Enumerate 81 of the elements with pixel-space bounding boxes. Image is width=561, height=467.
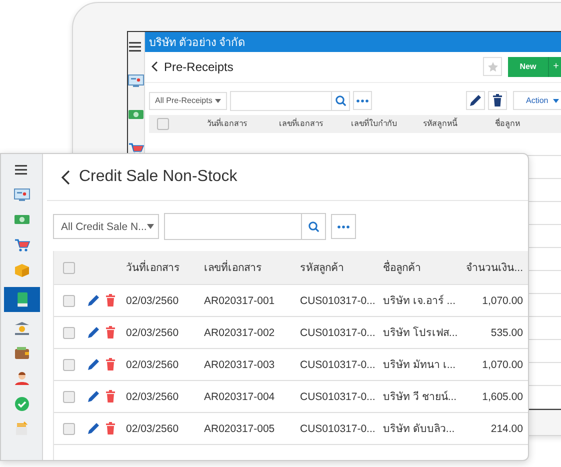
pencil-icon[interactable] <box>87 422 100 435</box>
more-icon[interactable] <box>356 98 369 103</box>
page-title: Credit Sale Non-Stock <box>79 168 238 186</box>
sidebar-item[interactable] <box>4 287 40 312</box>
back-icon[interactable] <box>151 61 158 72</box>
table-cell-text: 214.00 <box>490 422 523 434</box>
table-cell-text: AR020317-001 <box>204 294 276 306</box>
table-cell-text: CUS010317-0... <box>300 358 376 370</box>
caret-icon[interactable] <box>553 98 559 103</box>
wallet-icon[interactable] <box>14 346 30 361</box>
more-button[interactable] <box>353 91 372 110</box>
column-header: ชื่อลูกห <box>495 117 521 130</box>
table-cell-text: 1,605.00 <box>481 390 523 402</box>
action-dropdown[interactable]: Action <box>513 91 561 110</box>
page-title: Pre-Receipts <box>164 60 234 74</box>
table-cell-text: บริษัท เจ.อาร์ ... <box>383 294 457 309</box>
table-cell-text: CUS010317-0... <box>300 326 376 338</box>
edit-button[interactable] <box>466 91 485 110</box>
search-icon[interactable] <box>335 95 346 106</box>
delete-button[interactable] <box>488 91 507 110</box>
pencil-icon[interactable] <box>469 94 482 108</box>
column-header: รหัสลูกค้า <box>300 261 345 276</box>
table-cell-text: 02/03/2560 <box>125 390 180 402</box>
table-cell-text: CUS010317-0... <box>300 390 376 402</box>
caret-icon[interactable] <box>215 98 221 103</box>
select-all-checkbox[interactable] <box>63 262 75 274</box>
row-checkbox[interactable] <box>63 422 75 435</box>
table-cell-text: CUS010317-0... <box>300 294 376 306</box>
person-icon[interactable] <box>14 371 30 386</box>
row-checkbox[interactable] <box>63 358 75 371</box>
cart-icon[interactable] <box>14 238 30 253</box>
row-checkbox[interactable] <box>63 326 75 339</box>
column-header: เลขที่ใบกำกับ <box>351 117 398 130</box>
table-cell-text: CUS010317-0... <box>300 422 376 434</box>
pencil-icon[interactable] <box>87 294 100 307</box>
monitor-icon[interactable] <box>128 74 144 89</box>
search-field[interactable] <box>164 213 326 240</box>
more-icon[interactable] <box>337 224 350 228</box>
pencil-icon[interactable] <box>87 358 100 371</box>
table-cell-text: AR020317-003 <box>204 358 276 370</box>
column-header: วันที่เอกสาร <box>125 259 181 276</box>
table-cell-text: 1,070.00 <box>481 358 523 370</box>
back-icon[interactable] <box>61 170 70 184</box>
select-all-checkbox[interactable] <box>157 118 169 130</box>
column-header: รหัสลูกหนี้ <box>423 117 458 130</box>
column-header: จำนวนเงิน... <box>465 261 523 276</box>
table-cell-text: 02/03/2560 <box>125 326 180 338</box>
pencil-icon[interactable] <box>87 390 100 403</box>
search-icon[interactable] <box>308 220 320 232</box>
column-header: ชื่อลูกค้า <box>383 259 422 276</box>
bank-icon[interactable] <box>14 321 30 336</box>
table-cell-text: 1,070.00 <box>481 294 523 306</box>
table-cell-text: บริษัท มัทนา เ... <box>383 358 457 373</box>
caret-icon[interactable] <box>146 224 154 229</box>
company-name: บริษัท ตัวอย่าง จำกัด <box>149 36 246 51</box>
table-cell-text: บริษัท ดับบลิว... <box>383 422 456 437</box>
table-cell-text: AR020317-004 <box>204 390 276 402</box>
table-cell-text: AR020317-005 <box>204 422 276 434</box>
table-cell-text: AR020317-002 <box>204 326 276 338</box>
column-header: วันที่เอกสาร <box>207 117 248 130</box>
table-cell-text: 535.00 <box>490 326 523 338</box>
checkmark-icon[interactable] <box>14 396 30 411</box>
column-header: เลขที่เอกสาร <box>204 259 263 276</box>
table-cell-text: 02/03/2560 <box>125 294 180 306</box>
more-button[interactable] <box>331 214 356 239</box>
column-header: เลขที่เอกสาร <box>279 117 324 130</box>
search-field[interactable] <box>230 90 350 111</box>
row-checkbox[interactable] <box>63 294 75 307</box>
trash-icon[interactable] <box>492 94 503 108</box>
monitor-icon[interactable] <box>14 188 30 203</box>
filter-dropdown[interactable]: All Credit Sale N... <box>53 214 159 239</box>
table-cell-text: 02/03/2560 <box>125 358 180 370</box>
pencil-icon[interactable] <box>87 326 100 339</box>
table-cell-text: บริษัท โปรเฟส... <box>383 326 459 341</box>
table-cell-text: บริษัท วี ชายน์... <box>383 390 458 405</box>
filter-dropdown[interactable]: All Pre-Receipts <box>149 92 227 110</box>
box-icon[interactable] <box>14 263 30 278</box>
row-checkbox[interactable] <box>63 390 75 403</box>
search-button[interactable] <box>331 92 349 110</box>
table-cell-text: 02/03/2560 <box>125 422 180 434</box>
star-icon[interactable] <box>488 62 498 72</box>
